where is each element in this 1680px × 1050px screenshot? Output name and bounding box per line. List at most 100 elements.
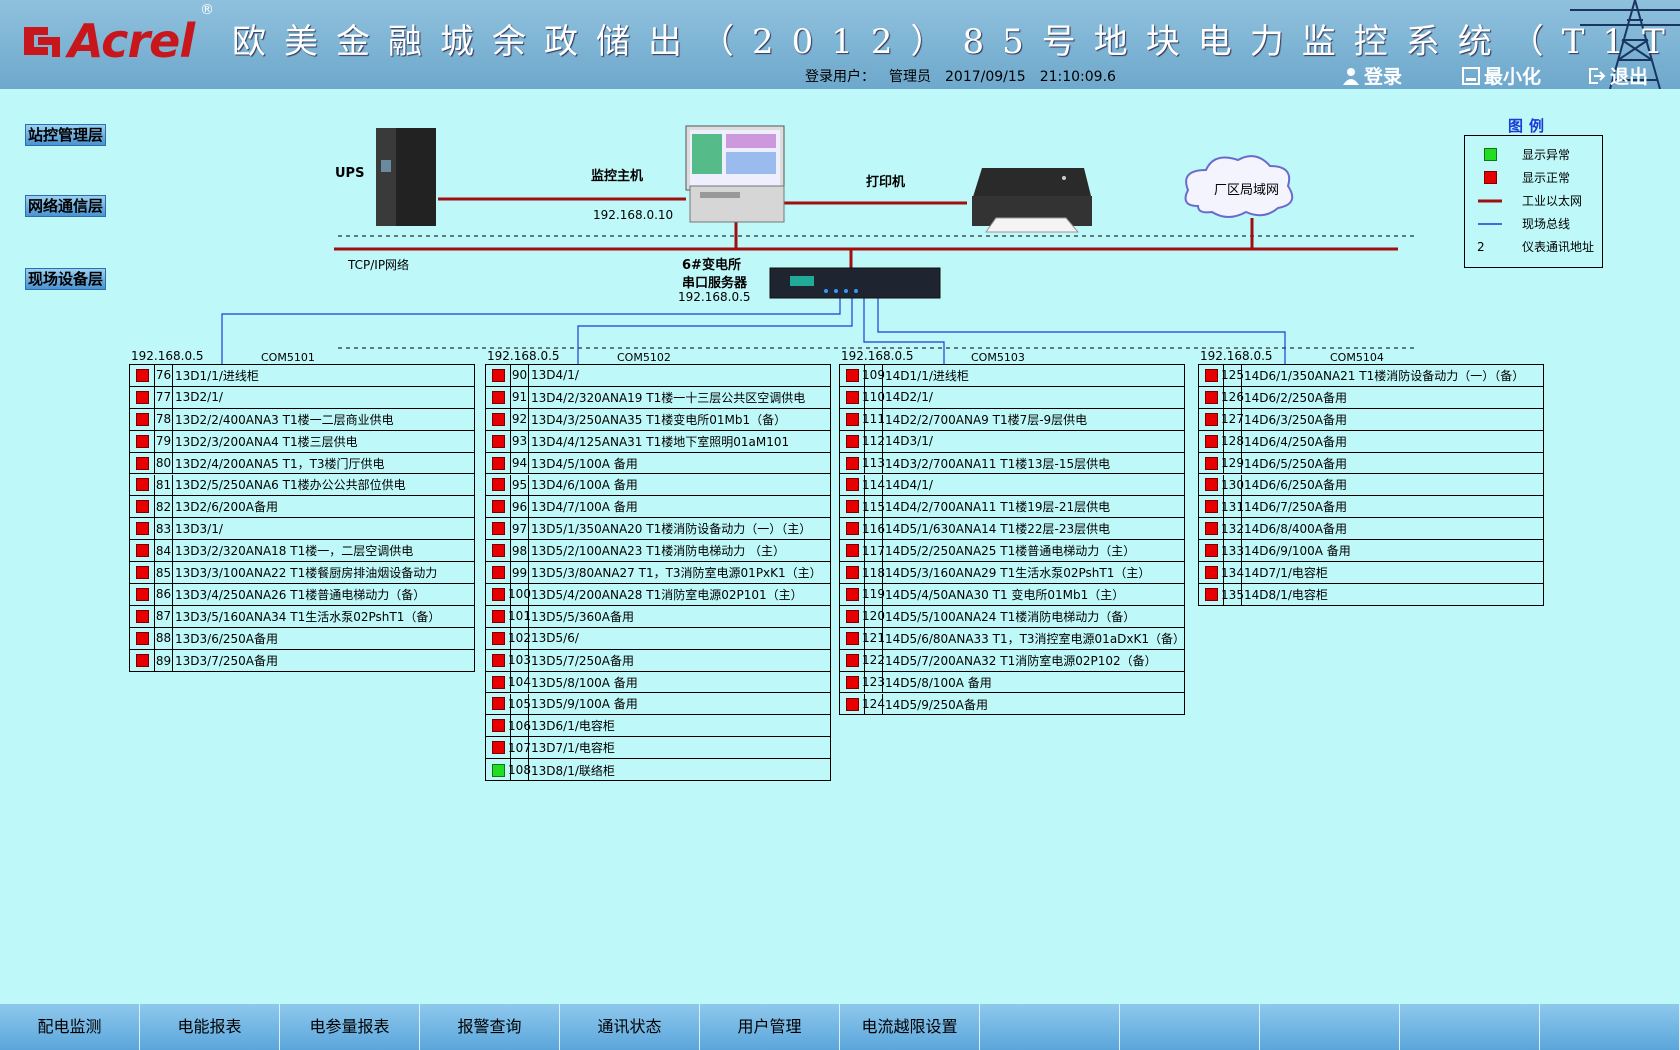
nav-tab[interactable]: 电能报表 [140,1004,280,1050]
status-indicator-icon [845,456,859,470]
device-row[interactable]: 133 14D6/9/100A 备用 [1199,540,1543,563]
device-row[interactable]: 118 14D5/3/160ANA29 T1生活水泵02PshT1（主） [840,562,1184,584]
device-row[interactable]: 104 13D5/8/100A 备用 [486,671,830,694]
serial-server-label-line2: 串口服务器 [682,276,748,291]
legend-item-normal: 显示正常 [1475,169,1570,186]
device-row[interactable]: 94 13D4/5/100A 备用 [486,452,830,475]
device-address: 135 [1221,584,1244,606]
status-cell [1199,540,1223,561]
status-cell [840,475,864,496]
device-row[interactable]: 99 13D5/3/80ANA27 T1，T3消防室电源01PxK1（主） [486,562,830,584]
nav-tab[interactable]: 配电监测 [0,1004,140,1050]
device-row[interactable]: 101 13D5/5/360A备用 [486,605,830,628]
device-row[interactable]: 119 14D5/4/50ANA30 T1 变电所01Mb1（主） [840,584,1184,606]
status-cell [1199,431,1223,452]
device-address: 126 [1221,386,1244,408]
status-indicator-icon [1204,390,1218,404]
device-row[interactable]: 96 13D4/7/100A 备用 [486,496,830,519]
device-name: 14D3/2/700ANA11 T1楼13层-15层供电 [885,456,1111,471]
device-row[interactable]: 82 13D2/6/200A备用 [130,496,474,519]
device-row[interactable]: 90 13D4/1/ [486,365,830,387]
device-name: 13D7/1/电容柜 [531,741,615,756]
device-row[interactable]: 98 13D5/2/100ANA23 T1楼消防电梯动力 （主） [486,540,830,563]
device-address: 121 [862,627,885,649]
device-row[interactable]: 88 13D3/6/250A备用 [130,627,474,650]
device-row[interactable]: 102 13D5/6/ [486,627,830,650]
status-cell [840,453,864,474]
device-row[interactable]: 79 13D2/3/200ANA4 T1楼三层供电 [130,430,474,453]
legend-box: 显示异常 显示正常 工业以太网 现场总线 2 仪表通讯地址 [1464,135,1603,268]
device-row[interactable]: 95 13D4/6/100A 备用 [486,474,830,497]
device-row[interactable]: 89 13D3/7/250A备用 [130,649,474,672]
device-address: 113 [862,452,885,474]
device-row[interactable]: 80 13D2/4/200ANA5 T1，T3楼门厅供电 [130,452,474,475]
device-row[interactable]: 86 13D3/4/250ANA26 T1楼普通电梯动力（备） [130,584,474,606]
device-address: 124 [862,693,885,716]
device-row[interactable]: 76 13D1/1/进线柜 [130,365,474,387]
device-row[interactable]: 116 14D5/1/630ANA14 T1楼22层-23层供电 [840,518,1184,541]
device-row[interactable]: 81 13D2/5/250ANA6 T1楼办公公共部位供电 [130,474,474,497]
serial-server-ip: 192.168.0.5 [678,290,751,304]
device-row[interactable]: 135 14D8/1/电容柜 [1199,584,1543,606]
device-address: 133 [1221,540,1244,562]
device-row[interactable]: 87 13D3/5/160ANA34 T1生活水泵02PshT1（备） [130,605,474,628]
status-indicator-icon [491,434,505,448]
device-row[interactable]: 108 13D8/1/联络柜 [486,759,830,782]
device-name: 14D6/8/400A备用 [1244,522,1347,537]
device-row[interactable]: 129 14D6/5/250A备用 [1199,452,1543,475]
device-row[interactable]: 121 14D5/6/80ANA33 T1，T3消控室电源01aDxK1（备） [840,627,1184,650]
device-row[interactable]: 131 14D6/7/250A备用 [1199,496,1543,519]
device-address: 104 [508,671,531,693]
device-row[interactable]: 115 14D4/2/700ANA11 T1楼19层-21层供电 [840,496,1184,519]
device-row[interactable]: 113 14D3/2/700ANA11 T1楼13层-15层供电 [840,452,1184,475]
device-row[interactable]: 109 14D1/1/进线柜 [840,365,1184,387]
device-name: 13D6/1/电容柜 [531,719,615,734]
device-row[interactable]: 106 13D6/1/电容柜 [486,715,830,738]
device-address: 112 [862,430,885,452]
device-address: 79 [154,430,173,452]
device-row[interactable]: 91 13D4/2/320ANA19 T1楼一十三层公共区空调供电 [486,386,830,409]
nav-tab[interactable]: 电流越限设置 [840,1004,980,1050]
device-row[interactable]: 97 13D5/1/350ANA20 T1楼消防设备动力（一）（主） [486,518,830,541]
device-row[interactable]: 100 13D5/4/200ANA28 T1消防室电源02P101（主） [486,584,830,606]
device-row[interactable]: 92 13D4/3/250ANA35 T1楼变电所01Mb1（备） [486,408,830,431]
nav-tab-empty [1260,1004,1400,1050]
device-row[interactable]: 123 14D5/8/100A 备用 [840,671,1184,694]
device-row[interactable]: 111 14D2/2/700ANA9 T1楼7层-9层供电 [840,408,1184,431]
device-name: 13D2/1/ [175,390,223,405]
device-row[interactable]: 107 13D7/1/电容柜 [486,737,830,760]
nav-tab[interactable]: 通讯状态 [560,1004,700,1050]
device-row[interactable]: 84 13D3/2/320ANA18 T1楼一，二层空调供电 [130,540,474,563]
device-row[interactable]: 124 14D5/9/250A备用 [840,693,1184,716]
device-name: 13D4/2/320ANA19 T1楼一十三层公共区空调供电 [531,390,806,405]
nav-tab[interactable]: 报警查询 [420,1004,560,1050]
nav-tab[interactable]: 电参量报表 [280,1004,420,1050]
device-row[interactable]: 105 13D5/9/100A 备用 [486,693,830,716]
device-row[interactable]: 117 14D5/2/250ANA25 T1楼普通电梯动力（主） [840,540,1184,563]
device-address: 91 [510,386,529,408]
status-cell [840,431,864,452]
device-name: 14D6/6/250A备用 [1244,478,1347,493]
device-row[interactable]: 122 14D5/7/200ANA32 T1消防室电源02P102（备） [840,649,1184,672]
status-cell [1199,496,1223,517]
device-row[interactable]: 103 13D5/7/250A备用 [486,649,830,672]
device-row[interactable]: 112 14D3/1/ [840,430,1184,453]
device-row[interactable]: 132 14D6/8/400A备用 [1199,518,1543,541]
device-row[interactable]: 126 14D6/2/250A备用 [1199,386,1543,409]
device-row[interactable]: 134 14D7/1/电容柜 [1199,562,1543,584]
device-address: 76 [154,365,173,386]
device-row[interactable]: 127 14D6/3/250A备用 [1199,408,1543,431]
device-row[interactable]: 114 14D4/1/ [840,474,1184,497]
device-row[interactable]: 78 13D2/2/400ANA3 T1楼一二层商业供电 [130,408,474,431]
device-row[interactable]: 128 14D6/4/250A备用 [1199,430,1543,453]
device-row[interactable]: 130 14D6/6/250A备用 [1199,474,1543,497]
device-row[interactable]: 85 13D3/3/100ANA22 T1楼餐厨房排油烟设备动力 [130,562,474,584]
status-indicator-icon [491,456,505,470]
device-row[interactable]: 120 14D5/5/100ANA24 T1楼消防电梯动力（备） [840,605,1184,628]
device-row[interactable]: 110 14D2/1/ [840,386,1184,409]
device-row[interactable]: 83 13D3/1/ [130,518,474,541]
device-row[interactable]: 125 14D6/1/350ANA21 T1楼消防设备动力（一）（备） [1199,365,1543,387]
device-row[interactable]: 93 13D4/4/125ANA31 T1楼地下室照明01aM101 [486,430,830,453]
nav-tab[interactable]: 用户管理 [700,1004,840,1050]
device-row[interactable]: 77 13D2/1/ [130,386,474,409]
